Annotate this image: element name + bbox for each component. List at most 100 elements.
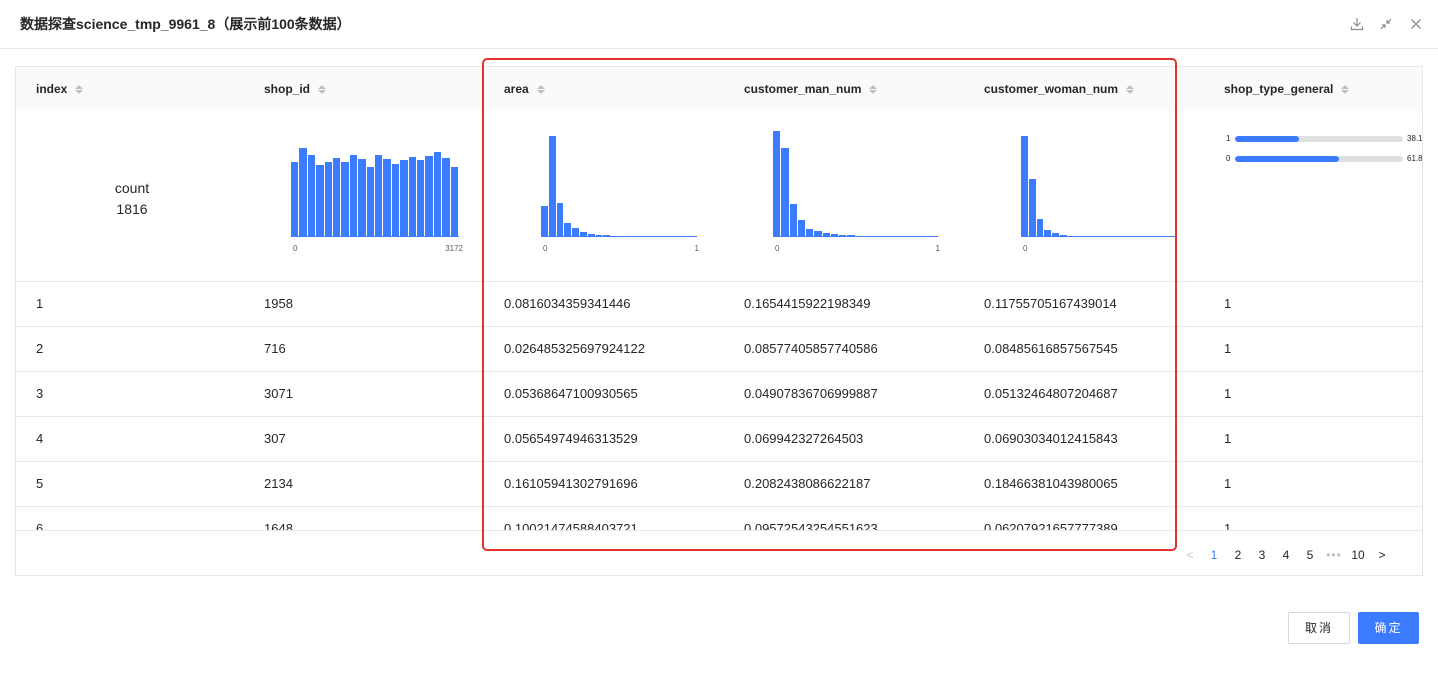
sort-icon[interactable] xyxy=(869,84,878,94)
cell-customer-woman-num: 0.06903034012415843 xyxy=(984,431,1118,446)
download-icon[interactable] xyxy=(1349,16,1365,32)
cell-area: 0.0816034359341446 xyxy=(504,296,631,311)
page-3-button[interactable]: 3 xyxy=(1252,545,1272,565)
column-header-index[interactable]: index xyxy=(36,67,84,111)
cell-customer-man-num: 0.09572543254551623 xyxy=(744,521,878,531)
sort-icon[interactable] xyxy=(318,84,327,94)
hist-min-label: 0 xyxy=(775,244,780,253)
cell-index: 3 xyxy=(36,386,44,401)
shop-id-histogram: 0 3172 xyxy=(291,136,463,253)
cell-area: 0.16105941302791696 xyxy=(504,476,638,491)
histogram-baseline xyxy=(291,236,459,237)
column-header-area[interactable]: area xyxy=(504,67,545,111)
cell-customer-woman-num: 0.08485616857567545 xyxy=(984,341,1118,356)
hist-max-label: 1 xyxy=(935,244,940,253)
histogram-bar xyxy=(400,160,409,237)
histogram-bar xyxy=(358,159,367,237)
hist-min-label: 0 xyxy=(293,244,298,253)
histogram-bar xyxy=(541,205,549,237)
cell-index: 6 xyxy=(36,521,44,531)
cell-shop-type-general: 1 xyxy=(1224,386,1232,401)
hist-max-label: 1 xyxy=(694,244,699,253)
table-row[interactable]: 1 1958 0.0816034359341446 0.165441592219… xyxy=(16,282,1422,327)
area-histogram: 0 1 xyxy=(541,136,699,253)
pagination: < 1 2 3 4 5 ••• 10 > xyxy=(1180,545,1396,565)
histogram-bar xyxy=(349,155,359,237)
histogram-bar xyxy=(291,162,300,237)
histogram-bar xyxy=(556,202,565,237)
histogram-bar xyxy=(1036,218,1045,237)
sort-icon[interactable] xyxy=(1341,84,1350,94)
cell-area: 0.10021474588403721 xyxy=(504,521,638,531)
cell-index: 5 xyxy=(36,476,44,491)
column-header-shop-id[interactable]: shop_id xyxy=(264,67,327,111)
page-1-button[interactable]: 1 xyxy=(1204,545,1224,565)
histogram-bar xyxy=(1028,179,1037,237)
category-fill xyxy=(1235,136,1299,142)
page-5-button[interactable]: 5 xyxy=(1300,545,1320,565)
histogram-bar xyxy=(375,155,384,237)
sort-icon[interactable] xyxy=(75,84,84,94)
customer-woman-num-histogram: 0 xyxy=(1021,136,1176,253)
histogram-bar xyxy=(564,222,573,237)
sort-icon[interactable] xyxy=(1126,84,1135,94)
histogram-bar xyxy=(773,131,782,237)
column-header-shop-type-general[interactable]: shop_type_general xyxy=(1224,67,1350,111)
histogram-bar xyxy=(307,155,317,237)
collapse-icon[interactable] xyxy=(1378,16,1394,32)
page-2-button[interactable]: 2 xyxy=(1228,545,1248,565)
cell-customer-man-num: 0.069942327264503 xyxy=(744,431,864,446)
histogram-bar xyxy=(366,167,375,237)
hist-min-label: 0 xyxy=(543,244,548,253)
cancel-button[interactable]: 取消 xyxy=(1288,612,1350,644)
category-fill xyxy=(1235,156,1339,162)
sort-icon[interactable] xyxy=(536,84,545,94)
column-header-customer-man-num[interactable]: customer_man_num xyxy=(744,67,878,111)
histogram-bar xyxy=(450,167,459,237)
histogram-bar xyxy=(408,157,417,237)
next-page-button[interactable]: > xyxy=(1372,545,1392,565)
table-row[interactable]: 6 1648 0.10021474588403721 0.09572543254… xyxy=(16,507,1422,531)
histogram-bar xyxy=(789,204,798,237)
table-row[interactable]: 5 2134 0.16105941302791696 0.20824380866… xyxy=(16,462,1422,507)
prev-page-button[interactable]: < xyxy=(1180,545,1200,565)
cell-shop-type-general: 1 xyxy=(1224,341,1232,356)
customer-man-num-histogram: 0 1 xyxy=(773,131,940,253)
table-row[interactable]: 3 3071 0.05368647100930565 0.04907836706… xyxy=(16,372,1422,417)
cell-shop-id: 307 xyxy=(264,431,286,446)
histogram-bar xyxy=(333,158,342,237)
category-track xyxy=(1235,156,1403,162)
cell-shop-type-general: 1 xyxy=(1224,521,1232,531)
page-ellipsis[interactable]: ••• xyxy=(1324,545,1344,565)
column-header-customer-woman-num[interactable]: customer_woman_num xyxy=(984,67,1135,111)
histogram-baseline xyxy=(1021,236,1176,237)
table-body: 1 1958 0.0816034359341446 0.165441592219… xyxy=(16,282,1422,531)
histogram-bar xyxy=(1021,136,1029,237)
cell-area: 0.05654974946313529 xyxy=(504,431,638,446)
cell-customer-woman-num: 0.18466381043980065 xyxy=(984,476,1118,491)
page-10-button[interactable]: 10 xyxy=(1348,545,1368,565)
histogram-bar xyxy=(442,158,451,237)
table-row[interactable]: 2 716 0.026485325697924122 0.08577405857… xyxy=(16,327,1422,372)
cell-customer-man-num: 0.08577405857740586 xyxy=(744,341,878,356)
cell-shop-id: 716 xyxy=(264,341,286,356)
cell-shop-id: 1958 xyxy=(264,296,293,311)
histogram-bar xyxy=(548,136,557,237)
hist-min-label: 0 xyxy=(1023,244,1028,253)
table-row[interactable]: 4 307 0.05654974946313529 0.069942327264… xyxy=(16,417,1422,462)
histogram-bar xyxy=(433,152,443,237)
cell-customer-man-num: 0.04907836706999887 xyxy=(744,386,878,401)
close-icon[interactable] xyxy=(1408,16,1424,32)
histogram-bar xyxy=(391,164,401,237)
cell-customer-woman-num: 0.06207921657777389 xyxy=(984,521,1118,531)
page-4-button[interactable]: 4 xyxy=(1276,545,1296,565)
histogram-baseline xyxy=(773,236,938,237)
confirm-button[interactable]: 确定 xyxy=(1358,612,1419,644)
cell-area: 0.026485325697924122 xyxy=(504,341,645,356)
cell-shop-type-general: 1 xyxy=(1224,476,1232,491)
cell-shop-id: 1648 xyxy=(264,521,293,531)
histogram-bar xyxy=(425,156,434,237)
histogram-bar xyxy=(341,162,350,237)
summary-row: count 1816 0 3172 0 1 0 1 0 1 38.1 0 61.… xyxy=(16,111,1422,282)
histogram-bar xyxy=(797,220,806,237)
